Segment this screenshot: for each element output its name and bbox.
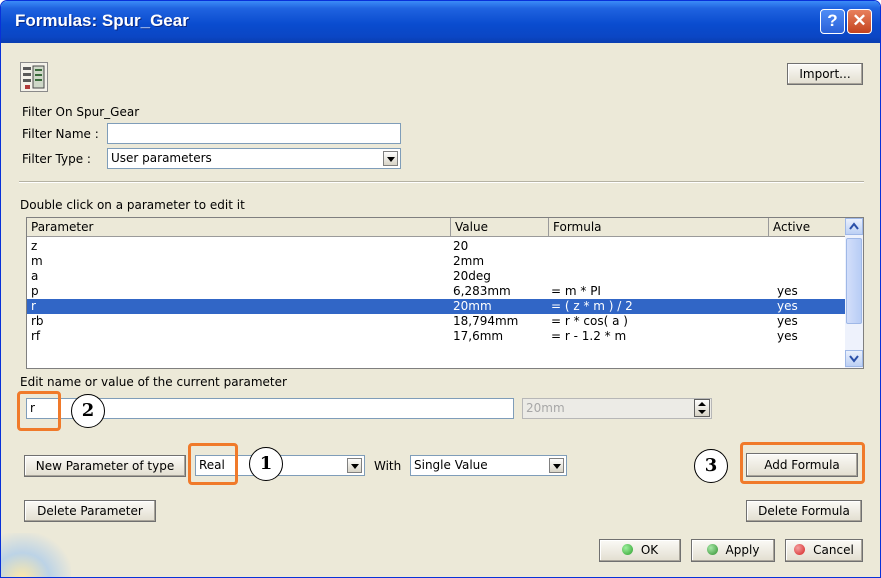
close-button[interactable]: ✕ [847, 9, 872, 34]
ok-icon [621, 544, 633, 555]
edit-section-label: Edit name or value of the current parame… [20, 375, 287, 389]
cell-value: 6,283mm [453, 284, 511, 298]
filter-name-input[interactable] [107, 123, 401, 144]
table-row[interactable]: p 6,283mm = m * PI yes [27, 284, 845, 299]
corner-decoration [1, 533, 71, 577]
filter-section-title: Filter On Spur_Gear [22, 105, 140, 119]
cell-parameter: a [31, 269, 39, 283]
cell-parameter: rb [31, 314, 44, 328]
table-row[interactable]: rb 18,794mm = r * cos( a ) yes [27, 314, 845, 329]
new-parameter-button[interactable]: New Parameter of type [24, 455, 186, 477]
callout-box-3 [740, 442, 865, 484]
cell-active: yes [777, 284, 798, 298]
filter-type-label: Filter Type : [22, 152, 91, 166]
title-bar: Formulas: Spur_Gear ? ✕ [1, 1, 880, 43]
ok-label: OK [640, 543, 659, 557]
cell-parameter: p [31, 284, 39, 298]
cell-formula: = ( z * m ) / 2 [551, 299, 633, 313]
apply-label: Apply [725, 543, 760, 557]
cell-parameter: z [31, 239, 38, 253]
callout-number-3: 3 [694, 449, 728, 483]
table-row-selected[interactable]: r 20mm = ( z * m ) / 2 yes [27, 299, 845, 314]
with-label: With [374, 459, 402, 473]
table-header: Parameter Value Formula Active [27, 218, 845, 237]
chevron-down-icon[interactable] [347, 458, 362, 473]
delete-parameter-button[interactable]: Delete Parameter [24, 500, 156, 522]
filter-type-value: User parameters [111, 151, 212, 165]
value-spinner-icon [694, 399, 710, 417]
chevron-down-icon[interactable] [549, 458, 564, 473]
cell-value: 17,6mm [453, 329, 504, 343]
cell-parameter: r [31, 299, 36, 313]
filter-type-select[interactable]: User parameters [107, 148, 401, 169]
cell-formula: = r * cos( a ) [551, 314, 628, 328]
new-parameter-label: New Parameter of type [35, 459, 175, 473]
callout-box-1 [188, 443, 238, 485]
table-row[interactable]: rf 17,6mm = r - 1.2 * m yes [27, 329, 845, 344]
cell-value: 20deg [453, 269, 491, 283]
callout-number-1: 1 [249, 447, 283, 481]
scroll-down-button[interactable] [845, 350, 863, 367]
parameter-table[interactable]: Parameter Value Formula Active z 20 m 2m… [26, 217, 864, 369]
cell-value: 2mm [453, 254, 485, 268]
apply-button[interactable]: Apply [691, 539, 775, 562]
table-scrollbar[interactable] [845, 218, 863, 368]
table-row[interactable]: z 20 [27, 239, 845, 254]
cell-active: yes [777, 299, 798, 313]
column-header-formula[interactable]: Formula [549, 218, 769, 237]
cell-parameter: rf [31, 329, 41, 343]
cancel-icon [794, 544, 806, 555]
delete-formula-label: Delete Formula [758, 504, 850, 518]
table-row[interactable]: m 2mm [27, 254, 845, 269]
divider [19, 181, 864, 183]
column-header-active[interactable]: Active [769, 218, 845, 237]
help-button[interactable]: ? [820, 9, 845, 34]
chevron-down-icon[interactable] [383, 151, 398, 166]
window-title: Formulas: Spur_Gear [15, 11, 189, 30]
column-header-parameter[interactable]: Parameter [27, 218, 451, 237]
formula-tool-icon[interactable] [20, 62, 48, 92]
scroll-up-button[interactable] [845, 218, 863, 235]
cell-active: yes [777, 329, 798, 343]
cell-active: yes [777, 314, 798, 328]
filter-name-label: Filter Name : [22, 127, 99, 141]
cell-formula: = m * PI [551, 284, 601, 298]
delete-parameter-label: Delete Parameter [37, 504, 143, 518]
parameter-value-input: 20mm [522, 398, 712, 419]
with-select[interactable]: Single Value [410, 455, 567, 476]
with-value: Single Value [414, 458, 488, 472]
cancel-button[interactable]: Cancel [785, 539, 863, 562]
scrollbar-thumb[interactable] [846, 238, 862, 324]
cancel-label: Cancel [813, 543, 854, 557]
cell-value: 18,794mm [453, 314, 519, 328]
cell-value: 20mm [453, 299, 492, 313]
cell-parameter: m [31, 254, 43, 268]
formulas-dialog: Formulas: Spur_Gear ? ✕ Import... Filter… [0, 0, 881, 578]
apply-icon [706, 544, 718, 555]
import-label: Import... [799, 67, 851, 81]
cell-formula: = r - 1.2 * m [551, 329, 627, 343]
delete-formula-button[interactable]: Delete Formula [746, 500, 862, 522]
table-row[interactable]: a 20deg [27, 269, 845, 284]
table-hint: Double click on a parameter to edit it [20, 198, 245, 212]
column-header-value[interactable]: Value [451, 218, 549, 237]
cell-value: 20 [453, 239, 469, 253]
import-button[interactable]: Import... [787, 63, 863, 85]
callout-number-2: 2 [71, 394, 105, 428]
callout-box-2 [17, 391, 61, 431]
ok-button[interactable]: OK [599, 539, 681, 562]
